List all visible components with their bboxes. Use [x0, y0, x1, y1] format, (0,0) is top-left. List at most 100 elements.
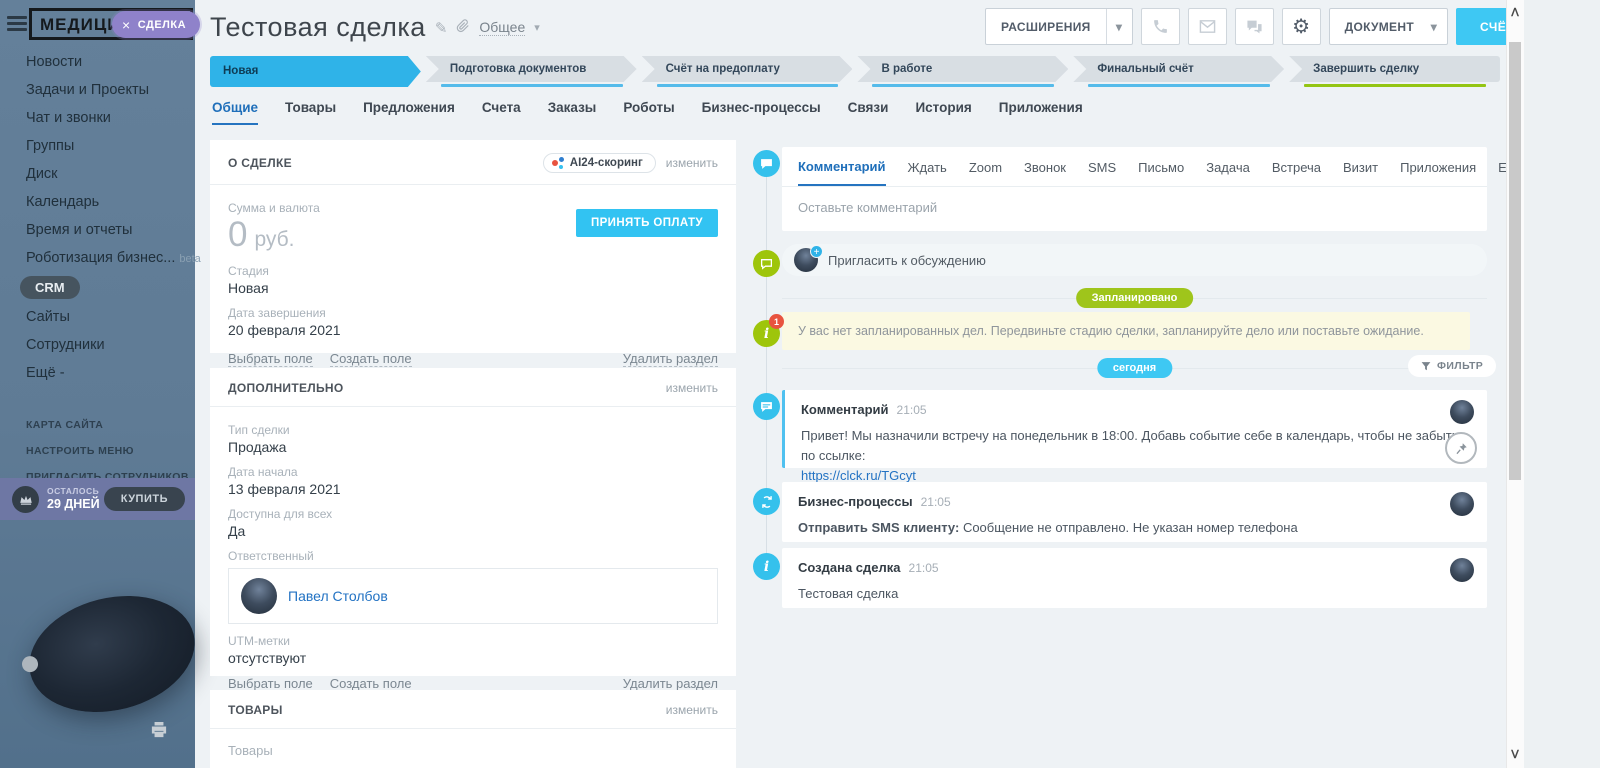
hamburger-menu-icon[interactable]: [7, 16, 27, 31]
tab-general[interactable]: Общие: [212, 100, 258, 125]
extensions-button[interactable]: РАСШИРЕНИЯ ▾: [985, 8, 1133, 45]
additional-edit-link[interactable]: изменить: [666, 381, 718, 395]
close-icon[interactable]: ×: [122, 17, 131, 33]
about-edit-link[interactable]: изменить: [666, 156, 718, 170]
stage-inwork[interactable]: В работе: [857, 56, 1068, 87]
category-caret-icon[interactable]: ▾: [534, 21, 540, 34]
stage-new[interactable]: Новая: [210, 56, 421, 87]
edit-title-icon[interactable]: ✎: [435, 19, 448, 37]
close-date-field: Дата завершения 20 февраля 2021: [228, 306, 718, 338]
scroll-up-icon[interactable]: ᐱ: [1509, 6, 1521, 19]
deal-tab-pill[interactable]: × СДЕЛКА: [112, 11, 200, 38]
sidebar-item-news[interactable]: Новости: [0, 48, 195, 76]
stage-value[interactable]: Новая: [228, 280, 718, 296]
tl-tab-meeting[interactable]: Встреча: [1272, 160, 1321, 185]
planned-info-icon: i 1: [753, 320, 780, 347]
close-date-value[interactable]: 20 февраля 2021: [228, 322, 718, 338]
stage-docs[interactable]: Подготовка документов: [426, 56, 637, 87]
email-button[interactable]: [1188, 8, 1227, 45]
configure-menu-link[interactable]: НАСТРОИТЬ МЕНЮ: [26, 438, 189, 464]
ai-scoring-icon: [552, 157, 564, 169]
stage-prepay[interactable]: Счёт на предоплату: [642, 56, 853, 87]
sidebar-item-tasks[interactable]: Задачи и Проекты: [0, 76, 195, 104]
deal-type-value[interactable]: Продажа: [228, 439, 718, 455]
sidebar-item-disk[interactable]: Диск: [0, 160, 195, 188]
tab-robots[interactable]: Роботы: [623, 100, 674, 125]
buy-button[interactable]: КУПИТЬ: [104, 487, 185, 511]
tl-tab-visit[interactable]: Визит: [1343, 160, 1378, 185]
sidebar-menu: Новости Задачи и Проекты Чат и звонки Гр…: [0, 48, 195, 387]
deal-category-link[interactable]: Общее: [479, 19, 525, 36]
scroll-down-icon[interactable]: ᐯ: [1509, 748, 1521, 761]
delete-section-link[interactable]: Удалить раздел: [623, 351, 718, 367]
public-value[interactable]: Да: [228, 523, 718, 539]
today-separator: сегодня: [782, 358, 1487, 378]
extensions-caret-icon[interactable]: ▾: [1106, 9, 1132, 44]
ai-scoring-badge[interactable]: AI24-скоринг: [543, 153, 656, 173]
start-date-value[interactable]: 13 февраля 2021: [228, 481, 718, 497]
sidebar-item-time[interactable]: Время и отчеты: [0, 216, 195, 244]
chat-button[interactable]: [1235, 8, 1274, 45]
create-field-link[interactable]: Создать поле: [330, 351, 412, 367]
entry-author-avatar[interactable]: [1450, 492, 1474, 516]
tab-links[interactable]: Связи: [848, 100, 889, 125]
printer-icon[interactable]: [150, 722, 168, 743]
scrollbar-thumb[interactable]: [1509, 42, 1521, 480]
page-title: Тестовая сделка: [210, 12, 426, 43]
settings-gear-icon[interactable]: ⚙: [1282, 8, 1321, 45]
sidebar-item-chat[interactable]: Чат и звонки: [0, 104, 195, 132]
call-button[interactable]: [1141, 8, 1180, 45]
sidebar-item-rpa[interactable]: Роботизация бизнес...beta: [0, 244, 195, 272]
comment-input[interactable]: Оставьте комментарий: [782, 187, 1487, 231]
tl-tab-comment[interactable]: Комментарий: [798, 159, 886, 186]
tl-tab-apps[interactable]: Приложения: [1400, 160, 1476, 185]
utm-field: UTM-метки отсутствуют: [228, 634, 718, 666]
entry-author-avatar[interactable]: [1450, 558, 1474, 582]
tl-tab-task[interactable]: Задача: [1206, 160, 1250, 185]
tl-tab-wait[interactable]: Ждать: [908, 160, 947, 185]
tab-invoices[interactable]: Счета: [482, 100, 521, 125]
products-title: ТОВАРЫ: [228, 703, 283, 717]
document-caret-icon[interactable]: ▾: [1421, 9, 1447, 44]
page-header: Тестовая сделка ✎ Общее ▾: [210, 12, 540, 43]
products-edit-link[interactable]: изменить: [666, 703, 718, 717]
tab-quotes[interactable]: Предложения: [363, 100, 455, 125]
tab-bizproc[interactable]: Бизнес-процессы: [702, 100, 821, 125]
responsible-avatar[interactable]: [241, 578, 277, 614]
public-field: Доступна для всех Да: [228, 507, 718, 539]
stage-close-deal[interactable]: Завершить сделку: [1289, 56, 1500, 87]
responsible-name-link[interactable]: Павел Столбов: [288, 588, 388, 604]
entry-author-avatar[interactable]: [1450, 400, 1474, 424]
timeline-filter-button[interactable]: ФИЛЬТР: [1408, 355, 1496, 377]
stage-final-invoice[interactable]: Финальный счёт: [1073, 56, 1284, 87]
invite-label: Пригласить к обсуждению: [828, 253, 986, 268]
accept-payment-button[interactable]: ПРИНЯТЬ ОПЛАТУ: [576, 209, 718, 237]
tab-orders[interactable]: Заказы: [548, 100, 597, 125]
tl-tab-sms[interactable]: SMS: [1088, 160, 1116, 185]
sidebar-item-crm[interactable]: CRM: [0, 272, 195, 303]
tab-history[interactable]: История: [915, 100, 971, 125]
select-field-link[interactable]: Выбрать поле: [228, 351, 313, 367]
entry-title: Бизнес-процессы: [798, 494, 913, 509]
sidebar-item-more[interactable]: Ещё -: [0, 359, 195, 387]
tl-tab-call[interactable]: Звонок: [1024, 160, 1066, 185]
tl-tab-zoom[interactable]: Zoom: [969, 160, 1002, 185]
timeline-entry-comment: Комментарий 21:05 Привет! Мы назначили в…: [782, 390, 1487, 468]
tab-apps[interactable]: Приложения: [999, 100, 1083, 125]
document-button[interactable]: ДОКУМЕНТ ▾: [1329, 8, 1448, 45]
pin-button[interactable]: [1445, 432, 1477, 464]
sidebar-item-calendar[interactable]: Календарь: [0, 188, 195, 216]
sitemap-link[interactable]: КАРТА САЙТА: [26, 412, 189, 438]
sidebar-item-employees[interactable]: Сотрудники: [0, 331, 195, 359]
entry-text: Привет! Мы назначили встречу на понедель…: [801, 426, 1471, 486]
tl-tab-mail[interactable]: Письмо: [1138, 160, 1184, 185]
sidebar-item-groups[interactable]: Группы: [0, 132, 195, 160]
sum-currency: руб.: [254, 228, 294, 251]
tab-products[interactable]: Товары: [285, 100, 336, 125]
crm-active-pill[interactable]: CRM: [20, 276, 80, 299]
invite-discussion-bar[interactable]: + Пригласить к обсуждению: [782, 244, 1487, 276]
planned-count-badge: 1: [769, 314, 784, 329]
today-badge: сегодня: [1097, 358, 1172, 378]
paperclip-icon[interactable]: [456, 18, 470, 38]
sidebar-item-sites[interactable]: Сайты: [0, 303, 195, 331]
